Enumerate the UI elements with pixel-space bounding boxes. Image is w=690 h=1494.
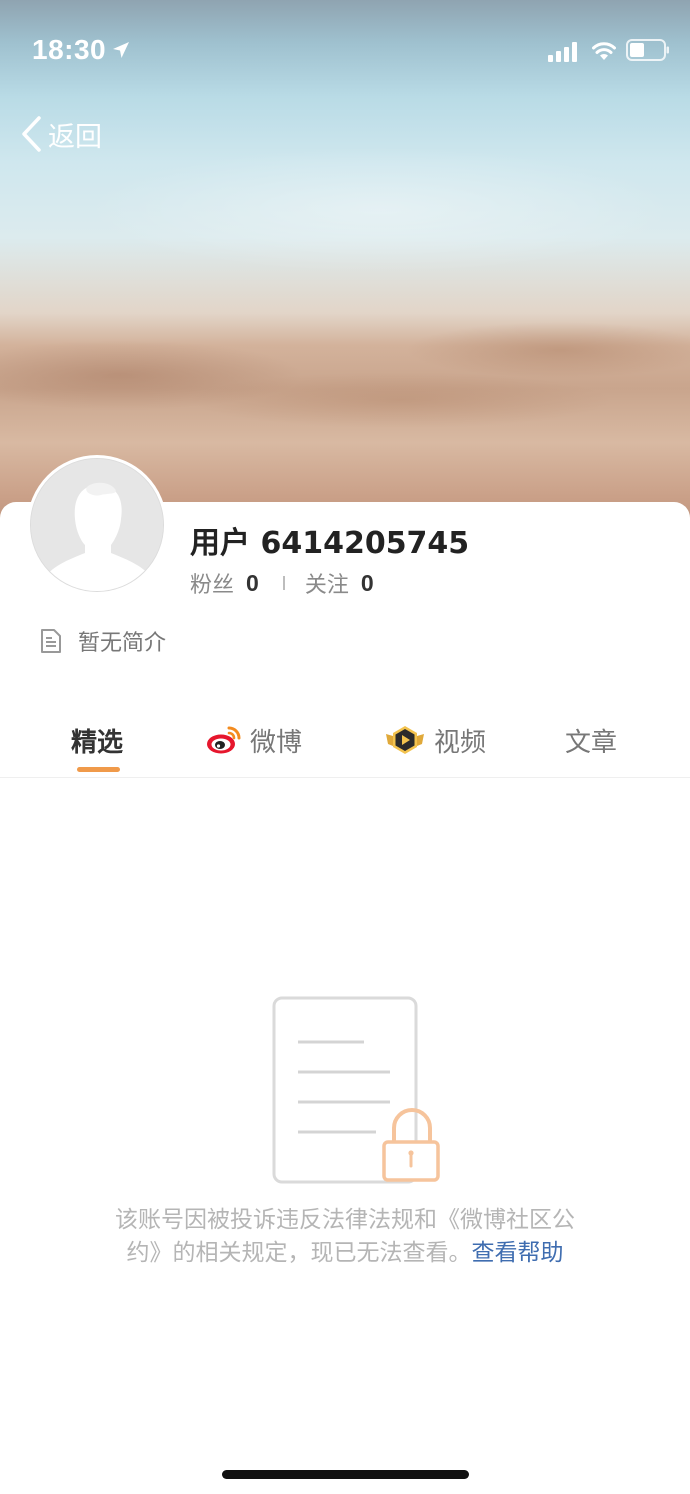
blocked-account-message: 该账号因被投诉违反法律法规和《微博社区公 约》的相关规定，现已无法查看。查看帮助 [0,1204,690,1270]
tab-featured[interactable]: 精选 [71,718,123,762]
back-button[interactable]: 返回 [20,112,102,156]
blocked-message-line-1: 该账号因被投诉违反法律法规和《微博社区公 [115,1207,575,1233]
wifi-icon [592,42,616,60]
weibo-logo-icon [207,726,241,754]
profile-tabs: 精选 微博 视频 文章 [0,700,690,778]
tab-article-label: 文章 [565,727,618,758]
tab-weibo[interactable]: 微博 [206,718,302,762]
blocked-message-line-2: 约》的相关规定，现已无法查看。查看帮助 [0,1237,690,1270]
home-indicator [222,1470,469,1479]
tab-weibo-label: 微博 [250,727,303,758]
video-badge-icon [386,726,424,754]
tab-featured-label: 精选 [71,727,124,758]
profile-stats: 粉丝 0 关注 0 [190,567,374,599]
blocked-message-line-2-text: 约》的相关规定，现已无法查看。 [126,1240,472,1266]
bio: 暂无简介 [40,626,166,656]
view-help-link[interactable]: 查看帮助 [472,1240,564,1266]
tab-article[interactable]: 文章 [565,718,617,762]
active-tab-indicator [77,767,120,772]
status-bar: 18:30 [0,0,690,100]
document-icon [41,629,61,653]
status-time: 18:30 [32,34,107,65]
cover-haze [0,120,690,300]
followers-label[interactable]: 粉丝 [190,567,234,599]
bio-text: 暂无简介 [78,631,167,656]
avatar[interactable] [27,455,167,595]
locked-document-icon [272,996,440,1184]
back-label: 返回 [48,121,102,153]
battery-icon [626,39,669,61]
location-arrow-icon [113,42,129,58]
followers-count[interactable]: 0 [246,570,259,597]
cellular-signal-icon [548,42,577,62]
username: 用户 6414205745 [190,526,470,561]
tab-video-label: 视频 [434,727,487,758]
following-label[interactable]: 关注 [305,567,349,599]
chevron-left-icon [22,116,41,152]
tab-video[interactable]: 视频 [384,718,486,762]
default-avatar-icon [31,459,163,591]
following-count[interactable]: 0 [361,570,374,597]
stats-divider [282,576,285,590]
